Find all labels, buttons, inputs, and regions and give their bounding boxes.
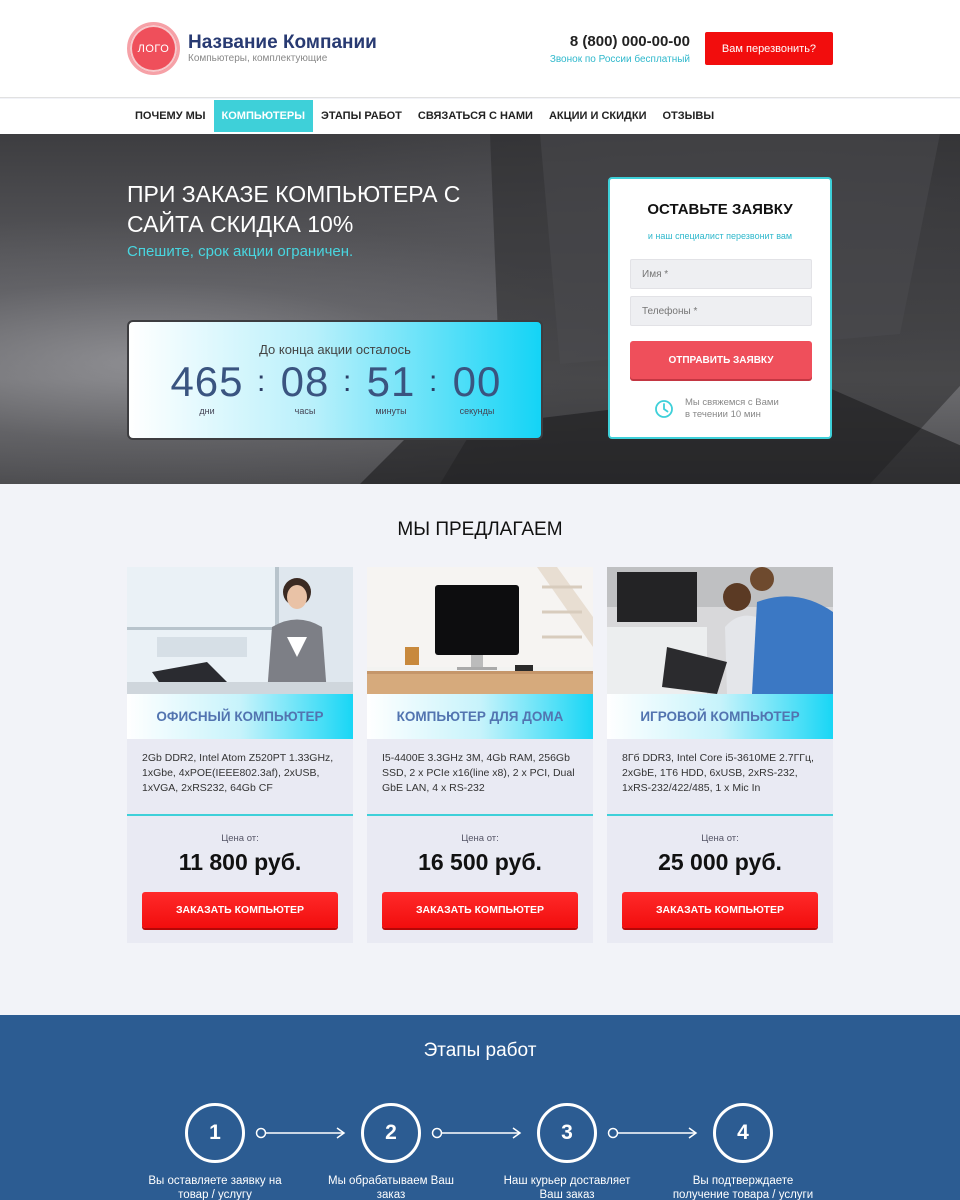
steps-title: Этапы работ xyxy=(423,1040,537,1061)
nav-item-reviews[interactable]: ОТЗЫВЫ xyxy=(654,100,722,132)
order-computer-button[interactable]: ЗАКАЗАТЬ КОМПЬЮТЕР xyxy=(382,892,578,928)
form-note-line1: Мы свяжемся с Вами xyxy=(685,397,779,408)
gaming-couple-laptop-image xyxy=(607,567,833,694)
countdown-seconds-label: секунды xyxy=(459,406,495,416)
countdown-title: До конца акции осталось xyxy=(259,342,411,357)
order-computer-button[interactable]: ЗАКАЗАТЬ КОМПЬЮТЕР xyxy=(142,892,338,928)
phone-note: Звонок по России бесплатный xyxy=(549,54,690,65)
office-woman-laptop-image xyxy=(127,567,353,694)
price-label: Цена от: xyxy=(701,833,739,844)
offers-title: МЫ ПРЕДЛАГАЕМ xyxy=(397,519,563,540)
offer-name: ОФИСНЫЙ КОМПЬЮТЕР xyxy=(127,694,353,739)
arrow-right-icon xyxy=(431,1127,522,1139)
price-value: 25 000 руб. xyxy=(658,849,782,875)
offer-specs: I5-4400E 3.3GHz 3M, 4Gb RAM, 256Gb SSD, … xyxy=(382,752,575,794)
offer-divider xyxy=(367,814,593,816)
offer-specs: 8Гб DDR3, Intel Core i5-3610ME 2.7ГГц, 2… xyxy=(622,752,814,794)
countdown-timer: До конца акции осталось 465 дни : 08 час… xyxy=(127,320,543,440)
countdown-seconds: 00 секунды xyxy=(437,358,517,416)
company-name: Название Компании xyxy=(188,32,377,53)
company-tagline: Компьютеры, комплектующие xyxy=(188,53,328,64)
step-number-circle: 3 xyxy=(537,1103,597,1163)
offer-card-gaming: ИГРОВОЙ КОМПЬЮТЕР 8Гб DDR3, Intel Core i… xyxy=(607,567,833,943)
form-title: ОСТАВЬТЕ ЗАЯВКУ xyxy=(647,201,793,218)
price-label: Цена от: xyxy=(221,833,259,844)
step-number-circle: 2 xyxy=(361,1103,421,1163)
countdown-minutes: 51 минуты xyxy=(351,358,431,416)
countdown-hours-label: часы xyxy=(294,406,316,416)
main-nav: ПОЧЕМУ МЫ КОМПЬЮТЕРЫ ЭТАПЫ РАБОТ СВЯЗАТЬ… xyxy=(0,99,960,134)
price-label: Цена от: xyxy=(461,833,499,844)
nav-item-work-stages[interactable]: ЭТАПЫ РАБОТ xyxy=(313,100,410,132)
hero-section: ПРИ ЗАКАЗЕ КОМПЬЮТЕРА С САЙТА СКИДКА 10%… xyxy=(0,134,960,484)
countdown-seconds-value: 00 xyxy=(452,358,502,405)
countdown-hours-value: 08 xyxy=(280,358,330,405)
offer-divider xyxy=(607,814,833,816)
price-value: 11 800 руб. xyxy=(178,849,302,875)
form-note: Мы свяжемся с Вами в течении 10 мин xyxy=(685,397,805,421)
nav-item-contact[interactable]: СВЯЗАТЬСЯ С НАМИ xyxy=(410,100,541,132)
countdown-minutes-value: 51 xyxy=(366,358,416,405)
name-input[interactable] xyxy=(630,259,812,289)
countdown-minutes-label: минуты xyxy=(375,406,407,416)
offer-name: КОМПЬЮТЕР ДЛЯ ДОМА xyxy=(367,694,593,739)
home-desk-computer-image xyxy=(367,567,593,694)
nav-item-promotions[interactable]: АКЦИИ И СКИДКИ xyxy=(541,100,655,132)
offer-divider xyxy=(127,814,353,816)
arrow-right-icon xyxy=(255,1127,346,1139)
clock-icon xyxy=(655,400,673,418)
hero-title: ПРИ ЗАКАЗЕ КОМПЬЮТЕРА С САЙТА СКИДКА 10% xyxy=(127,181,461,237)
countdown-days-label: дни xyxy=(199,406,215,416)
hero-subtitle: Спешите, срок акции ограничен. xyxy=(127,243,354,260)
step-description: Вы подтверждаете получение товара / услу… xyxy=(672,1175,814,1200)
arrow-right-icon xyxy=(607,1127,698,1139)
offer-card-home: КОМПЬЮТЕР ДЛЯ ДОМА I5-4400E 3.3GHz 3M, 4… xyxy=(367,567,593,943)
phone-input[interactable] xyxy=(630,296,812,326)
submit-request-button[interactable]: ОТПРАВИТЬ ЗАЯВКУ xyxy=(630,341,812,379)
step-description: Наш курьер доставляет Ваш заказ xyxy=(503,1175,631,1200)
step-number-circle: 1 xyxy=(185,1103,245,1163)
step-description: Мы обрабатываем Ваш заказ xyxy=(328,1175,454,1200)
order-computer-button[interactable]: ЗАКАЗАТЬ КОМПЬЮТЕР xyxy=(622,892,818,928)
step-description: Вы оставляете заявку на товар / услугу xyxy=(148,1175,282,1200)
countdown-days: 465 дни xyxy=(167,358,247,416)
offer-specs: 2Gb DDR2, Intel Atom Z520PT 1.33GHz, 1xG… xyxy=(142,752,334,794)
work-stages-section: Этапы работ 1 2 3 4 Вы оставляете заявку… xyxy=(0,1015,960,1200)
offer-card-office: ОФИСНЫЙ КОМПЬЮТЕР 2Gb DDR2, Intel Atom Z… xyxy=(127,567,353,943)
site-header: ЛОГО Название Компании Компьютеры, компл… xyxy=(0,0,960,98)
nav-item-why-us[interactable]: ПОЧЕМУ МЫ xyxy=(127,100,214,132)
callback-button[interactable]: Вам перезвонить? xyxy=(705,32,833,65)
phone-number[interactable]: 8 (800) 000-00-00 xyxy=(570,33,690,50)
form-subtitle: и наш специалист перезвонит вам xyxy=(647,231,793,241)
price-value: 16 500 руб. xyxy=(418,849,542,875)
request-form: ОСТАВЬТЕ ЗАЯВКУ и наш специалист перезво… xyxy=(608,177,832,439)
step-number-circle: 4 xyxy=(713,1103,773,1163)
offer-name: ИГРОВОЙ КОМПЬЮТЕР xyxy=(607,694,833,739)
countdown-hours: 08 часы xyxy=(265,358,345,416)
form-note-line2: в течении 10 мин xyxy=(685,409,761,420)
countdown-days-value: 465 xyxy=(170,358,244,405)
logo[interactable]: ЛОГО xyxy=(127,22,180,75)
nav-item-computers[interactable]: КОМПЬЮТЕРЫ xyxy=(213,100,314,132)
